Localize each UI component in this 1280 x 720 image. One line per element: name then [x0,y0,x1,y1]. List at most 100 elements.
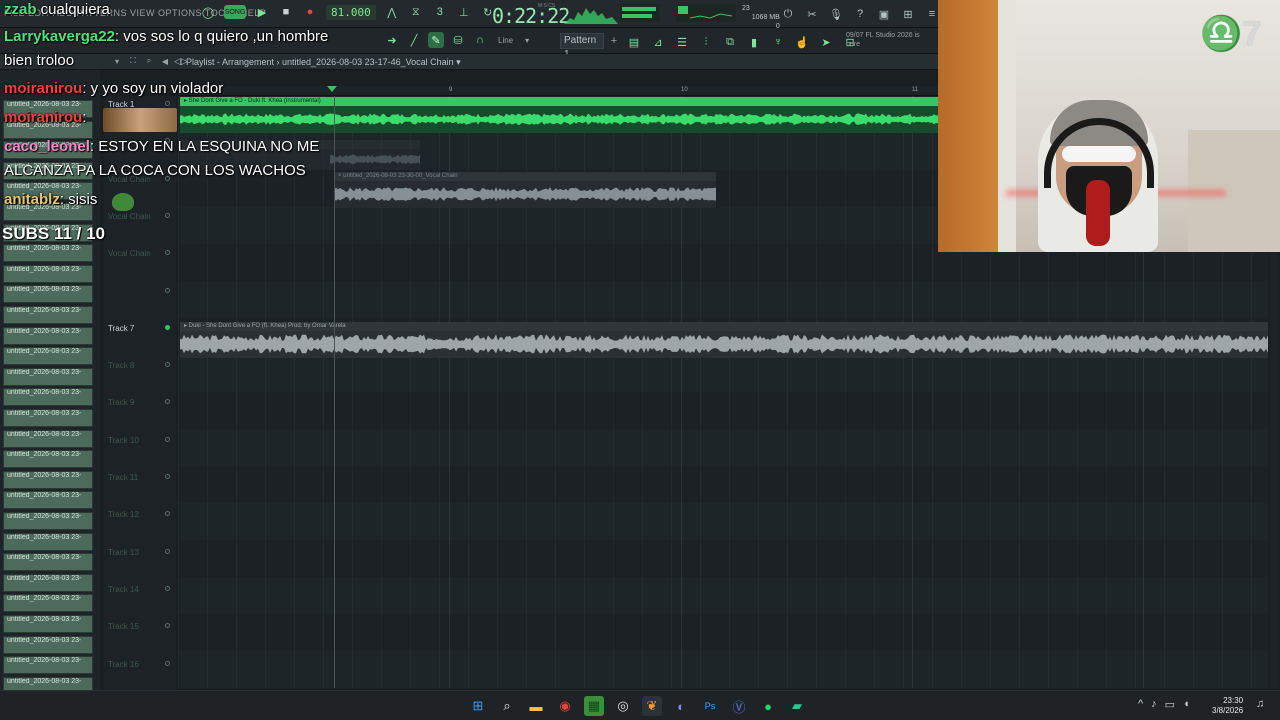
track-mute-dot[interactable] [165,436,170,442]
record-icon[interactable]: ● [302,4,318,20]
network-icon[interactable]: ▭ [1165,698,1175,711]
vocal-chain-clip[interactable]: × untitled_2026-08-03 23-30-00_Vocal Cha… [334,172,716,208]
save-icon[interactable]: ▣ [876,6,892,22]
windows-icon[interactable]: ⊞ [468,696,488,716]
mixer-view-icon[interactable]: ⫶ [698,34,714,50]
browser-view-icon[interactable]: ▮ [746,34,762,50]
browser-item[interactable]: untitled_2026-08-03 23- [3,409,93,427]
arrow-right-icon[interactable]: ➜ [384,32,400,48]
browser-item[interactable]: untitled_2026-08-03 23- [3,635,93,654]
metronome-icon[interactable]: ⋀ [384,4,400,20]
pencil-icon[interactable]: ✎ [428,32,444,48]
speaker-icon[interactable]: ◀ [160,56,170,66]
countdown-icon[interactable]: 3 [432,4,448,20]
browser-item[interactable]: untitled_2026-08-03 23- [3,326,93,345]
browser-item[interactable]: untitled_2026-08-03 23- [3,532,93,551]
pat-song-toggle-icon[interactable]: ◯ [200,4,216,20]
photoshop-icon[interactable]: Ps [700,696,720,716]
minecraft-icon[interactable]: ▦ [584,696,604,716]
step-edit-icon[interactable]: ⊥ [456,4,472,20]
track-label[interactable]: Track 14 [108,585,139,594]
zoom-icon[interactable]: ⌕ [144,56,154,66]
plug-icon[interactable]: ♆ [770,34,786,50]
stop-icon[interactable]: ■ [278,4,294,20]
track-mute-dot[interactable] [165,287,170,293]
cut-icon[interactable]: ✂ [804,6,820,22]
channel-rack-icon[interactable]: ☰ [674,34,690,50]
browser-item[interactable]: untitled_2026-08-03 23- [3,367,93,386]
track-mute-dot[interactable] [165,585,170,591]
fl-studio-icon[interactable]: ❦ [642,696,662,716]
playlist-icon[interactable]: ▤ [626,34,642,50]
track-label[interactable]: Track 8 [108,361,134,370]
tempo-display[interactable]: 81.000 [326,4,376,20]
microphone-icon[interactable]: 🎙 [828,6,844,22]
timeline-ruler[interactable] [178,86,938,96]
plugin-icon[interactable]: ⧉ [722,34,738,50]
tray-clock[interactable]: 23:30 3/8/2026 [1212,696,1243,716]
send-icon[interactable]: ➤ [818,34,834,50]
news-hint[interactable]: 09/07 FL Studio 2026 is here [846,31,920,49]
obs-icon[interactable]: ◎ [613,696,633,716]
track-label[interactable]: Track 15 [108,622,139,631]
pattern-selector[interactable]: Pattern 1 [560,33,604,60]
play-icon[interactable]: ▶ [254,4,270,20]
track-mute-dot[interactable] [165,324,170,330]
fullscreen-icon[interactable]: ⛶ [128,56,138,66]
browser-item[interactable]: untitled_2026-08-03 23- [3,491,93,510]
browser-item[interactable]: untitled_2026-08-03 23- [3,573,93,592]
search-icon[interactable]: ⌕ [497,696,517,716]
track-mute-dot[interactable] [165,474,170,479]
track-label[interactable]: Track 9 [108,398,134,407]
track-label[interactable]: Track 7 [108,324,134,333]
track-mute-dot[interactable] [165,660,170,666]
track-label[interactable]: Track 13 [108,548,139,557]
browser-item[interactable]: untitled_2026-08-03 23- [3,512,93,530]
chevron-up-icon[interactable]: ^ [1138,698,1143,711]
brush-icon[interactable]: ╱ [406,32,422,48]
browser-item[interactable]: untitled_2026-08-03 23- [3,347,93,366]
menu-icon[interactable]: ▾ [112,56,122,66]
browser-item[interactable]: untitled_2026-08-03 23- [3,264,93,283]
track-label[interactable]: Track 12 [108,510,139,519]
track-mute-dot[interactable] [165,548,170,554]
browser-item[interactable]: untitled_2026-08-03 23- [3,594,93,613]
browser-item[interactable]: untitled_2026-08-03 23- [3,615,93,633]
browser-item[interactable]: untitled_2026-08-03 23- [3,285,93,304]
instrumental-clip[interactable]: ▸ She Dont Give a FO - Duki ft. Khea (in… [180,97,938,133]
browser-item[interactable]: untitled_2026-08-03 23- [3,656,93,675]
folder-icon[interactable]: ▬ [526,696,546,716]
track7-clip[interactable]: ▸ Duki - She Dont Give a FO (ft. Khea) P… [180,322,1268,358]
track-label[interactable]: Track 10 [108,436,139,445]
add-pattern-icon[interactable]: + [606,33,622,49]
browser-item[interactable]: untitled_2026-08-03 23- [3,470,93,489]
track-label[interactable]: Track 11 [108,473,138,482]
help-icon[interactable]: ? [852,6,868,22]
volume-icon[interactable]: ◖ [1183,698,1190,711]
track-label[interactable]: Vocal Chain [108,249,151,258]
streamlabs-icon[interactable]: ▰ [787,696,807,716]
notification-icon[interactable]: ♫ [1256,698,1264,710]
discord-icon[interactable]: ◐ [671,696,691,716]
stamp-icon[interactable]: ⛁ [450,32,466,48]
mixer-icon[interactable]: ⊞ [900,6,916,22]
browser-item[interactable]: untitled_2026-08-03 23- [3,553,93,572]
track-mute-dot[interactable] [165,101,170,106]
track-label[interactable]: Vocal Chain [108,212,151,221]
spotify-icon[interactable]: ● [758,696,778,716]
track-label[interactable]: Track 16 [108,660,139,669]
touch-icon[interactable]: ☝ [794,34,810,50]
snap-dropdown-icon[interactable]: ▾ [519,32,535,48]
browser-item[interactable]: untitled_2026-08-03 23- [3,429,93,448]
track-mute-dot[interactable] [165,212,170,218]
playhead-marker[interactable] [327,86,337,92]
v-icon[interactable]: Ⓥ [729,696,749,716]
song-mode-button[interactable]: SONG [224,5,246,19]
song-time-display[interactable]: 0:22:22 [492,4,570,28]
browser-item[interactable]: untitled_2026-08-03 23- [3,306,93,324]
mic-tray-icon[interactable]: ♪ [1151,698,1157,711]
browser-item[interactable]: untitled_2026-08-03 23- [3,244,93,263]
snap-select[interactable]: Line [498,36,513,45]
wait-icon[interactable]: ⧖ [408,4,424,20]
chrome-icon[interactable]: ◉ [555,696,575,716]
